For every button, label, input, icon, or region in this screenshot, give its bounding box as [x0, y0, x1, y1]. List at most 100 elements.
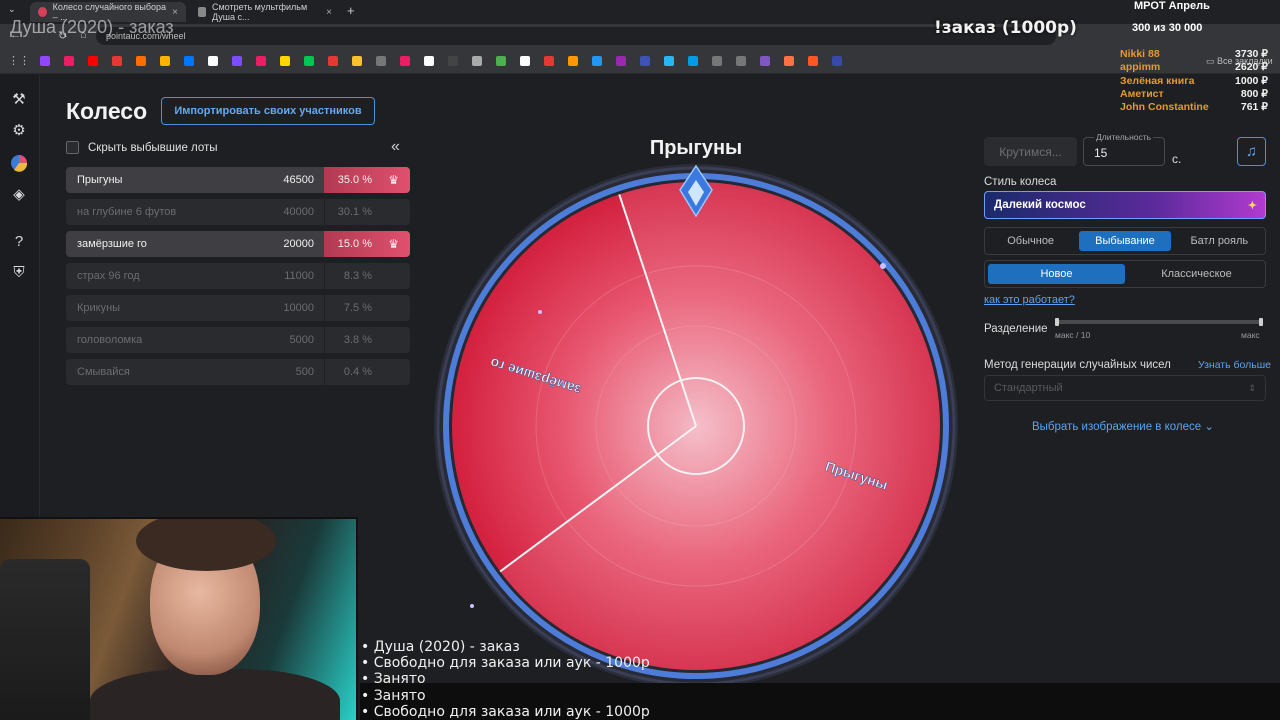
bookmark-icon[interactable]	[376, 56, 386, 66]
address-bar: ← ↻ ⌂ pointauc.com/wheel	[0, 24, 1280, 48]
close-icon[interactable]: ×	[172, 7, 178, 18]
lot-percent: 30.1 %	[337, 206, 372, 218]
bookmark-icon[interactable]	[424, 56, 434, 66]
duration-value[interactable]: 15	[1094, 146, 1107, 160]
mode-elimination[interactable]: Выбывание	[1079, 231, 1171, 251]
tab-movie[interactable]: Смотреть мультфильм Душа с... ×	[190, 2, 340, 22]
order-title: !заказ (1000р)	[934, 18, 1077, 38]
bookmark-icon[interactable]	[760, 56, 770, 66]
lot-row[interactable]: Прыгуны 46500 35.0 % ♛	[66, 167, 410, 193]
help-icon[interactable]: ?	[10, 233, 28, 251]
url-field[interactable]: pointauc.com/wheel	[96, 27, 1056, 45]
slider-handle[interactable]	[1055, 318, 1059, 326]
lot-amount: 11000	[284, 270, 314, 282]
duration-unit: с.	[1172, 152, 1182, 166]
bookmark-icon[interactable]	[520, 56, 530, 66]
bookmark-icon[interactable]	[232, 56, 242, 66]
lot-divider	[324, 263, 325, 289]
bookmark-icon[interactable]	[88, 56, 98, 66]
learn-more-link[interactable]: Узнать больше	[1198, 359, 1271, 371]
tab-list-chevron-icon[interactable]: ⌄	[8, 4, 16, 15]
bookmark-icon[interactable]	[208, 56, 218, 66]
bookmark-icon[interactable]	[352, 56, 362, 66]
bookmark-icon[interactable]	[112, 56, 122, 66]
bookmark-icon[interactable]	[712, 56, 722, 66]
bookmark-icon[interactable]	[616, 56, 626, 66]
split-max-label: макс	[1241, 330, 1260, 340]
variant-classic[interactable]: Классическое	[1128, 261, 1265, 287]
mode-switch: Обычное Выбывание Батл рояль	[984, 227, 1266, 255]
bookmark-icon[interactable]	[328, 56, 338, 66]
bookmark-icon[interactable]	[688, 56, 698, 66]
how-it-works-link[interactable]: как это работает?	[984, 294, 1075, 306]
bookmark-icon[interactable]	[184, 56, 194, 66]
close-icon[interactable]: ×	[326, 7, 332, 18]
duration-label: Длительность	[1094, 132, 1154, 142]
hide-eliminated-toggle[interactable]: Скрыть выбывшие лоты	[66, 141, 218, 154]
bookmark-icon[interactable]	[544, 56, 554, 66]
rng-select[interactable]: Стандартный ⇕	[984, 375, 1266, 401]
tab-title: Смотреть мультфильм Душа с...	[212, 2, 308, 22]
wheel-favicon-icon	[38, 7, 47, 17]
bookmark-icon[interactable]	[400, 56, 410, 66]
pie-chart-icon[interactable]	[10, 154, 28, 172]
lot-name: на глубине 6 футов	[77, 206, 177, 218]
collapse-panel-button[interactable]: «	[391, 138, 400, 156]
new-tab-button[interactable]: +	[347, 3, 355, 18]
gavel-icon[interactable]: ⚒	[10, 91, 28, 109]
mode-normal[interactable]: Обычное	[985, 228, 1076, 254]
lot-divider	[324, 327, 325, 353]
wheel-style-value: Далекий космос	[994, 199, 1086, 211]
bookmark-icon[interactable]	[448, 56, 458, 66]
bookmark-icon[interactable]	[304, 56, 314, 66]
star-dot	[880, 263, 886, 269]
lot-row[interactable]: головоломка 5000 3.8 %	[66, 327, 410, 353]
shield-icon[interactable]: ⛨	[10, 264, 28, 282]
bookmark-icon[interactable]	[280, 56, 290, 66]
lot-row[interactable]: страх 96 год 11000 8.3 %	[66, 263, 410, 289]
bookmark-icon[interactable]	[736, 56, 746, 66]
updown-icon: ⇕	[1248, 382, 1256, 393]
lot-name: замёрзшие го	[77, 238, 147, 250]
bookmark-icon[interactable]	[472, 56, 482, 66]
wheel-style-select[interactable]: Далекий космос ✦	[984, 191, 1266, 219]
chevron-down-icon: ⌄	[1204, 421, 1215, 433]
mode-battle-royale[interactable]: Батл рояль	[1174, 228, 1265, 254]
spin-button[interactable]: Крутимся...	[984, 137, 1077, 166]
layers-icon[interactable]: ◈	[10, 186, 28, 204]
bookmark-icon[interactable]	[136, 56, 146, 66]
bookmark-icon[interactable]	[832, 56, 842, 66]
lot-row[interactable]: Крикуны 10000 7.5 %	[66, 295, 410, 321]
crown-icon[interactable]: ♛	[388, 237, 399, 251]
bookmark-icon[interactable]	[592, 56, 602, 66]
lot-divider	[324, 199, 325, 225]
split-slider[interactable]	[1055, 318, 1263, 326]
bookmark-icon[interactable]	[40, 56, 50, 66]
hide-eliminated-checkbox[interactable]	[66, 141, 79, 154]
music-note-icon[interactable]: ♫	[1237, 137, 1266, 166]
bookmark-icon[interactable]	[568, 56, 578, 66]
bookmark-icon[interactable]	[664, 56, 674, 66]
import-participants-button[interactable]: Импортировать своих участников	[161, 97, 375, 125]
bookmark-icon[interactable]	[64, 56, 74, 66]
donor-row: Зелёная книга 1000 ₽	[1120, 75, 1268, 88]
lot-row[interactable]: замёрзшие го 20000 15.0 % ♛	[66, 231, 410, 257]
crown-icon[interactable]: ♛	[388, 173, 399, 187]
slider-handle[interactable]	[1259, 318, 1263, 326]
bookmark-icon[interactable]	[496, 56, 506, 66]
choose-image-link[interactable]: Выбрать изображение в колесе ⌄	[1032, 419, 1214, 433]
lot-row[interactable]: на глубине 6 футов 40000 30.1 %	[66, 199, 410, 225]
lot-row[interactable]: Смывайся 500 0.4 %	[66, 359, 410, 385]
apps-grid-icon[interactable]: ⋮⋮	[8, 54, 30, 67]
bookmark-icon[interactable]	[784, 56, 794, 66]
lot-percent: 7.5 %	[343, 302, 372, 314]
spin-wheel[interactable]: Прыгунызамёрзшие го	[420, 130, 980, 690]
bookmark-icon[interactable]	[160, 56, 170, 66]
wheel-style-label: Стиль колеса	[984, 176, 1057, 188]
lot-percent: 0.4 %	[343, 366, 372, 378]
bookmark-icon[interactable]	[808, 56, 818, 66]
gear-icon[interactable]: ⚙	[10, 122, 28, 140]
variant-new[interactable]: Новое	[988, 264, 1125, 284]
bookmark-icon[interactable]	[256, 56, 266, 66]
bookmark-icon[interactable]	[640, 56, 650, 66]
